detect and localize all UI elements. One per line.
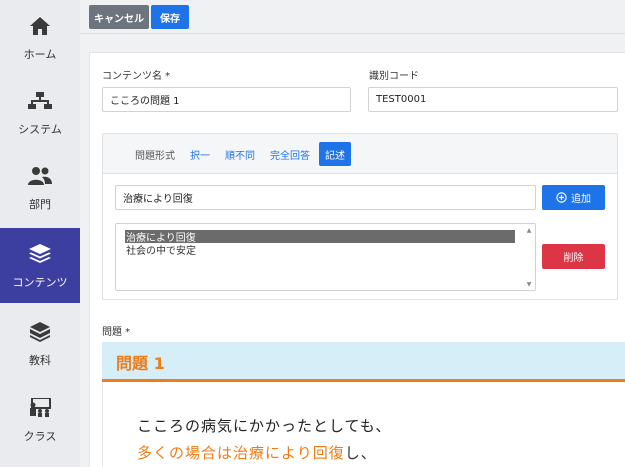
sidebar-item-system[interactable]: システム — [0, 75, 80, 150]
preview-text-line-2: 多くの場合は治療により回復し、 — [137, 442, 377, 463]
sidebar-item-label: ホーム — [23, 47, 57, 61]
add-button[interactable]: 追加 — [542, 185, 605, 210]
code-input[interactable]: TEST0001 — [368, 87, 618, 112]
content-name-label: コンテンツ名 * — [102, 71, 171, 82]
sidebar-item-subject[interactable]: 教科 — [0, 306, 80, 381]
plus-circle-icon — [556, 192, 567, 203]
layers-icon — [28, 242, 52, 266]
preview-text-line-1: こころの病気にかかったとしても、 — [137, 417, 392, 435]
add-button-label: 追加 — [571, 194, 591, 205]
books-icon — [28, 320, 52, 344]
scroll-up-icon[interactable]: ▲ — [525, 226, 533, 234]
list-item[interactable]: 社会の中で安定 — [125, 243, 515, 257]
sidebar-item-label: クラス — [23, 429, 57, 443]
content-edit-card: コンテンツ名 * こころの問題 1 識別コード TEST0001 問題形式 択一… — [89, 52, 625, 467]
code-label: 識別コード — [369, 71, 419, 82]
delete-button[interactable]: 削除 — [542, 244, 605, 269]
sidebar-item-label: 部門 — [29, 197, 51, 211]
question-preview-header — [102, 342, 625, 379]
home-icon — [28, 14, 52, 38]
tab-complete-answer[interactable]: 完全回答 — [266, 142, 314, 166]
tab-single-choice[interactable]: 択一 — [188, 142, 212, 166]
tab-unordered[interactable]: 順不同 — [220, 142, 260, 166]
tab-descriptive[interactable]: 記述 — [319, 142, 351, 166]
sitemap-icon — [28, 89, 52, 113]
answer-input[interactable]: 治療により回復 — [115, 185, 536, 210]
classroom-icon — [28, 396, 52, 420]
sidebar-item-home[interactable]: ホーム — [0, 0, 80, 75]
cancel-button[interactable]: キャンセル — [89, 5, 149, 29]
preview-text-rest: し、 — [344, 444, 377, 462]
question-type-title: 問題形式 — [135, 150, 175, 162]
preview-title: 問題 1 — [116, 354, 165, 373]
sidebar: ホーム システム 部門 コンテンツ 教科 クラス — [0, 0, 80, 467]
sidebar-item-label: システム — [18, 122, 62, 136]
sidebar-item-class[interactable]: クラス — [0, 382, 80, 457]
scroll-down-icon[interactable]: ▼ — [525, 280, 533, 288]
question-type-tabs: 問題形式 択一 順不同 完全回答 記述 — [103, 134, 617, 174]
users-icon — [28, 164, 52, 188]
toolbar: キャンセル 保存 — [80, 0, 625, 34]
content-name-input[interactable]: こころの問題 1 — [102, 87, 351, 112]
sidebar-item-label: 教科 — [29, 353, 51, 367]
save-button[interactable]: 保存 — [151, 5, 189, 29]
question-label: 問題 * — [102, 327, 131, 338]
question-type-panel: 問題形式 択一 順不同 完全回答 記述 治療により回復 追加 治療により回復 社… — [102, 133, 618, 300]
sidebar-item-label: コンテンツ — [12, 275, 68, 289]
answer-listbox[interactable]: 治療により回復 社会の中で安定 ▲ ▼ — [115, 223, 536, 291]
preview-highlight: 多くの場合は治療により回復 — [137, 444, 345, 462]
sidebar-item-contents[interactable]: コンテンツ — [0, 228, 80, 303]
sidebar-item-department[interactable]: 部門 — [0, 150, 80, 225]
